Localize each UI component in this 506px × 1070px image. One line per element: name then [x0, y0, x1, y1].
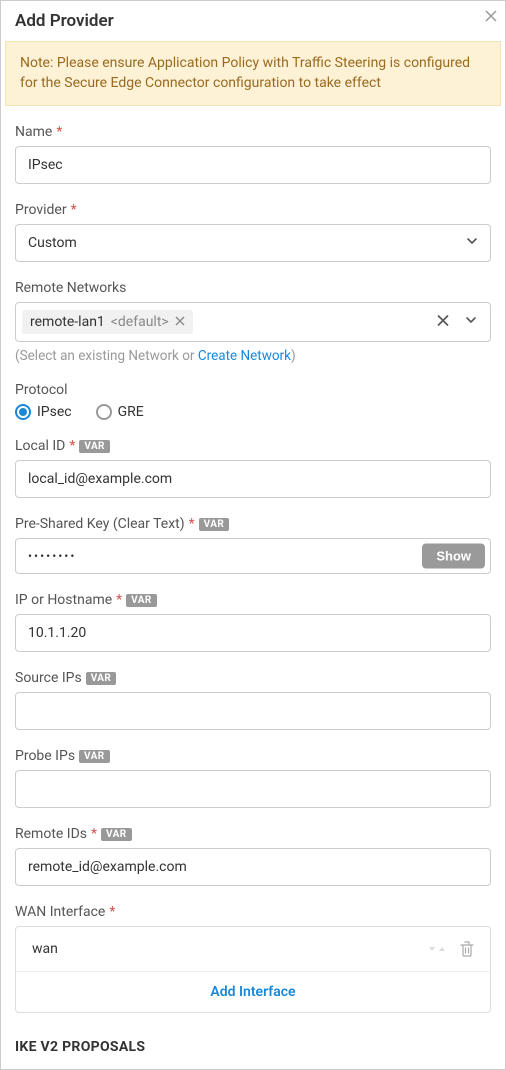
label-remote-ids: Remote IDs [15, 826, 87, 842]
local-id-input[interactable] [15, 460, 491, 498]
trash-icon[interactable] [460, 941, 474, 957]
close-icon[interactable] [485, 7, 497, 26]
required-indicator: * [56, 124, 62, 140]
radio-label: GRE [118, 404, 144, 420]
dialog-header: Add Provider [1, 1, 505, 41]
chevron-down-icon[interactable] [464, 313, 478, 331]
field-remote-ids: Remote IDs * VAR [15, 826, 491, 886]
required-indicator: * [71, 202, 77, 218]
dialog-title: Add Provider [15, 11, 114, 31]
var-badge: VAR [126, 594, 157, 607]
field-psk: Pre-Shared Key (Clear Text) * VAR ••••••… [15, 516, 491, 574]
field-local-id: Local ID * VAR [15, 438, 491, 498]
wan-interface-table: wan Add Interface [15, 926, 491, 1013]
var-badge: VAR [79, 750, 110, 763]
radio-icon [96, 404, 112, 420]
remote-ids-input[interactable] [15, 848, 491, 886]
provider-value: Custom [28, 235, 77, 251]
protocol-gre-radio[interactable]: GRE [96, 404, 144, 420]
chip-default: <default> [111, 314, 169, 330]
wan-interface-row: wan [16, 927, 490, 972]
radio-label: IPsec [37, 404, 72, 420]
name-input[interactable] [15, 146, 491, 184]
field-remote-networks: Remote Networks remote-lan1 <default> (S… [15, 280, 491, 364]
label-ip-hostname: IP or Hostname [15, 592, 112, 608]
label-name: Name [15, 124, 52, 140]
config-note: Note: Please ensure Application Policy w… [5, 41, 501, 106]
probe-ips-input[interactable] [15, 770, 491, 808]
required-indicator: * [116, 592, 122, 608]
label-psk: Pre-Shared Key (Clear Text) [15, 516, 185, 532]
field-provider: Provider * Custom [15, 202, 491, 262]
field-name: Name * [15, 124, 491, 184]
provider-select[interactable]: Custom [15, 224, 491, 262]
remote-network-chip: remote-lan1 <default> [22, 310, 193, 334]
clear-all-icon[interactable] [436, 312, 450, 333]
label-wan-interface: WAN Interface [15, 904, 105, 920]
remote-networks-hint: (Select an existing Network or Create Ne… [15, 348, 491, 364]
psk-input[interactable]: •••••••• [15, 538, 491, 574]
field-source-ips: Source IPs VAR [15, 670, 491, 730]
add-interface-button[interactable]: Add Interface [16, 972, 490, 1012]
radio-icon [15, 404, 31, 420]
field-probe-ips: Probe IPs VAR [15, 748, 491, 808]
create-network-link[interactable]: Create Network [198, 348, 291, 364]
show-button[interactable]: Show [422, 544, 485, 569]
var-badge: VAR [199, 518, 230, 531]
chip-name: remote-lan1 [30, 314, 105, 330]
label-provider: Provider [15, 202, 67, 218]
var-badge: VAR [86, 672, 117, 685]
var-badge: VAR [79, 440, 110, 453]
var-badge: VAR [101, 828, 132, 841]
required-indicator: * [109, 904, 115, 920]
chip-remove-icon[interactable] [175, 314, 185, 330]
label-source-ips: Source IPs [15, 670, 82, 686]
source-ips-input[interactable] [15, 692, 491, 730]
label-probe-ips: Probe IPs [15, 748, 75, 764]
field-ip-hostname: IP or Hostname * VAR [15, 592, 491, 652]
label-local-id: Local ID [15, 438, 65, 454]
ike-proposals-section-title: IKE V2 PROPOSALS [1, 1039, 505, 1055]
required-indicator: * [91, 826, 97, 842]
protocol-ipsec-radio[interactable]: IPsec [15, 404, 72, 420]
label-remote-networks: Remote Networks [15, 280, 126, 296]
wan-name: wan [32, 941, 58, 957]
field-protocol: Protocol IPsec GRE [15, 382, 491, 420]
field-wan-interface: WAN Interface * wan [15, 904, 491, 1013]
ip-hostname-input[interactable] [15, 614, 491, 652]
label-protocol: Protocol [15, 382, 68, 398]
required-indicator: * [189, 516, 195, 532]
required-indicator: * [69, 438, 75, 454]
reorder-icons[interactable] [428, 943, 446, 955]
remote-networks-input[interactable]: remote-lan1 <default> [15, 302, 491, 342]
